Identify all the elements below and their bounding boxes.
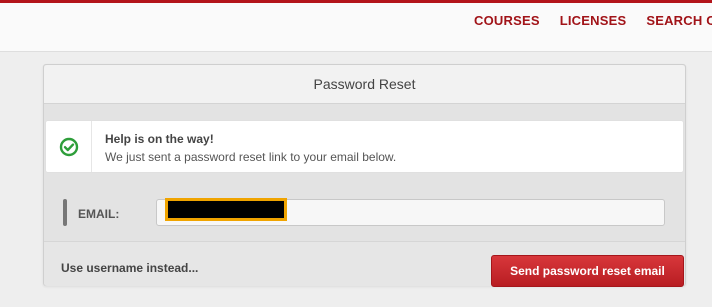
alert-icon-container — [46, 121, 92, 172]
check-circle-icon — [59, 137, 78, 156]
use-username-link[interactable]: Use username instead... — [61, 261, 198, 275]
label-marker — [63, 199, 67, 226]
alert-title: Help is on the way! — [105, 132, 214, 146]
nav-search-courses[interactable]: SEARCH COU — [646, 13, 712, 28]
panel-title: Password Reset — [44, 65, 685, 104]
nav-licenses[interactable]: LICENSES — [560, 13, 627, 28]
nav-courses[interactable]: COURSES — [474, 13, 540, 28]
site-header: COURSES LICENSES SEARCH COU — [0, 3, 712, 52]
alert-message: We just sent a password reset link to yo… — [105, 150, 397, 164]
send-reset-email-button[interactable]: Send password reset email — [491, 255, 684, 287]
panel-footer: Use username instead... Send password re… — [44, 241, 685, 287]
email-label: EMAIL: — [78, 207, 120, 221]
main-nav: COURSES LICENSES SEARCH COU — [474, 3, 712, 37]
password-reset-panel: Password Reset Help is on the way! We ju… — [43, 64, 686, 287]
success-alert: Help is on the way! We just sent a passw… — [45, 120, 684, 173]
redacted-email-value — [165, 198, 287, 221]
email-form-row: EMAIL: — [44, 183, 685, 241]
